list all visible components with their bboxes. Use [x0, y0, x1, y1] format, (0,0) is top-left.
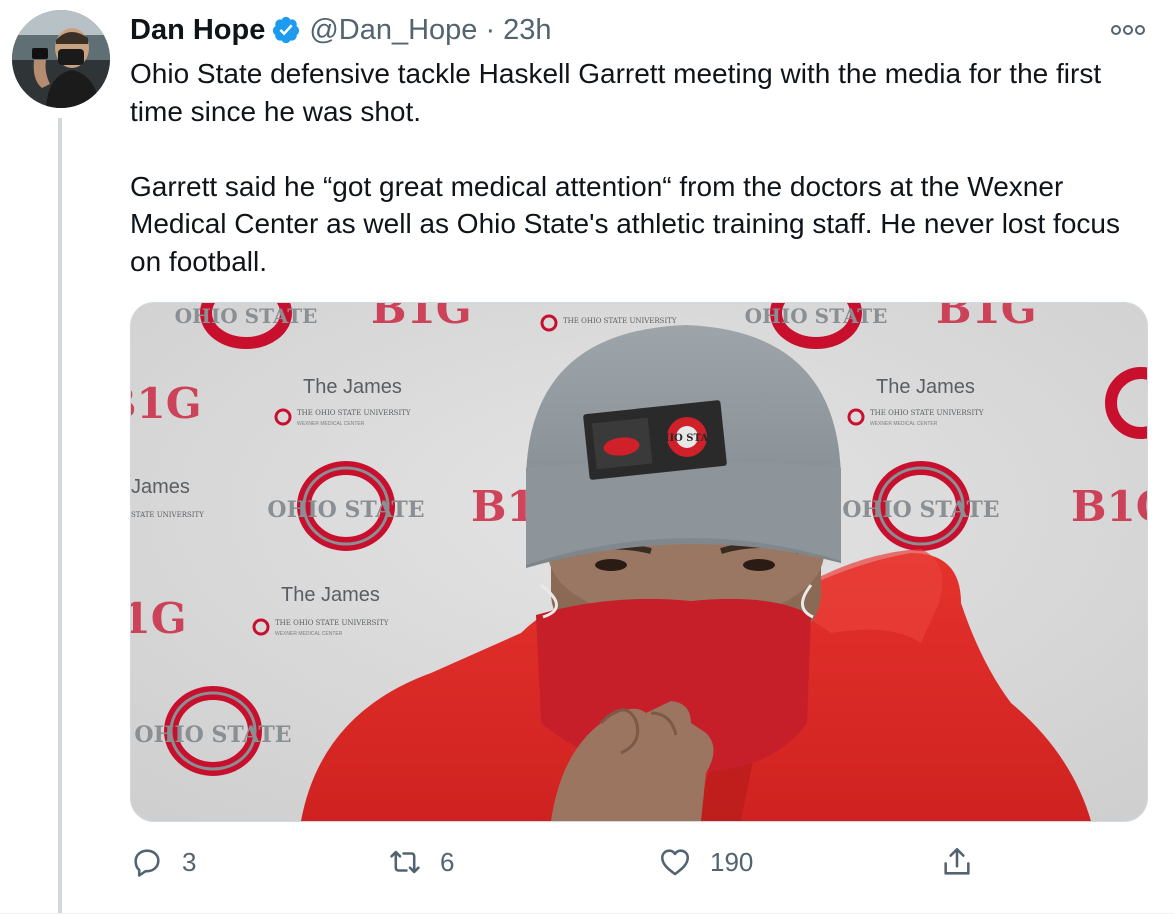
reply-button[interactable]: 3: [130, 842, 196, 882]
big-ten-logo: B1G: [371, 303, 472, 333]
logo-text: OHIO STATE: [842, 497, 999, 523]
svg-text:THE OHIO STATE UNIVERSITY: THE OHIO STATE UNIVERSITY: [870, 409, 984, 417]
svg-text:The James: The James: [876, 376, 975, 398]
beanie-patch-text: OHIO STATE: [651, 433, 723, 444]
logo-text: OHIO STATE: [267, 497, 424, 523]
tweet-timestamp[interactable]: 23h: [503, 14, 551, 47]
thread-line: [58, 118, 62, 914]
big-ten-logo: B1G: [131, 379, 202, 428]
like-icon: [660, 849, 690, 876]
svg-text:WEXNER MEDICAL CENTER: WEXNER MEDICAL CENTER: [870, 421, 938, 427]
retweet-icon: [390, 850, 420, 874]
share-button[interactable]: [940, 842, 974, 882]
more-options-icon[interactable]: [1110, 18, 1146, 42]
tweet-header: Dan Hope @Dan_Hope · 23h: [130, 10, 552, 50]
avatar-image: [12, 10, 110, 108]
svg-text:The James: The James: [303, 376, 402, 398]
svg-text:STATE UNIVERSITY: STATE UNIVERSITY: [131, 511, 204, 519]
avatar[interactable]: [12, 10, 110, 108]
svg-text:THE OHIO STATE UNIVERSITY: THE OHIO STATE UNIVERSITY: [297, 409, 411, 417]
like-button[interactable]: 190: [658, 842, 753, 882]
reply-icon: [134, 849, 160, 877]
separator-dot: ·: [485, 13, 496, 46]
author-handle[interactable]: @Dan_Hope: [309, 14, 477, 47]
verified-badge-icon: [273, 16, 300, 44]
reply-count: 3: [182, 846, 197, 877]
svg-text:The James: The James: [281, 584, 380, 606]
press-conference-photo: OHIO STATE OHIO STATE OHIO STATE OHIO ST…: [131, 303, 1147, 821]
tweet-paragraph-2: Garrett said he “got great medical atten…: [130, 170, 1120, 277]
tweet-actions: 3 6 190: [130, 842, 1030, 882]
svg-text:THE OHIO STATE UNIVERSITY: THE OHIO STATE UNIVERSITY: [275, 619, 389, 627]
big-ten-logo: B1G: [936, 303, 1037, 333]
logo-text: OHIO STATE: [175, 304, 318, 328]
svg-text:WEXNER MEDICAL CENTER: WEXNER MEDICAL CENTER: [297, 421, 365, 427]
logo-text: OHIO STATE: [134, 722, 291, 748]
retweet-button[interactable]: 6: [388, 842, 454, 882]
share-icon: [944, 847, 970, 875]
tweet-text: Ohio State defensive tackle Haskell Garr…: [130, 55, 1150, 280]
svg-text:WEXNER MEDICAL CENTER: WEXNER MEDICAL CENTER: [275, 631, 343, 637]
svg-text:THE OHIO STATE UNIVERSITY: THE OHIO STATE UNIVERSITY: [563, 317, 677, 325]
tweet-paragraph-1: Ohio State defensive tackle Haskell Garr…: [130, 58, 1102, 127]
logo-text: OHIO STATE: [745, 304, 888, 328]
tweet[interactable]: Dan Hope @Dan_Hope · 23h Ohio State defe…: [0, 0, 1174, 914]
big-ten-logo: B1G: [1071, 482, 1147, 531]
retweet-count: 6: [440, 846, 455, 877]
tweet-media-image[interactable]: OHIO STATE OHIO STATE OHIO STATE OHIO ST…: [130, 302, 1148, 822]
like-count: 190: [710, 846, 754, 877]
author-name[interactable]: Dan Hope: [130, 14, 265, 47]
svg-text:James: James: [131, 476, 190, 498]
big-ten-logo: B1G: [131, 594, 187, 643]
